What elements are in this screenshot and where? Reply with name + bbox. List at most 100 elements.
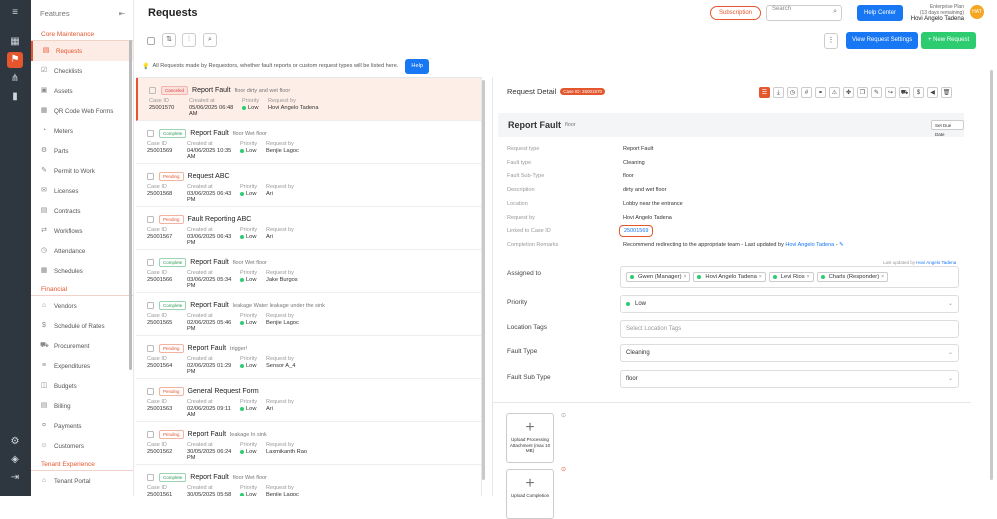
fault-type-select[interactable]: Cleaning ⌄ — [620, 344, 959, 362]
settings-icon[interactable]: ⚙ — [7, 434, 23, 450]
copy-icon[interactable]: ❐ — [857, 87, 868, 98]
sidebar-item-checklists[interactable]: ☑ Checklists — [31, 61, 133, 81]
list-scrollbar[interactable] — [482, 80, 485, 480]
remove-icon[interactable]: × — [881, 274, 884, 280]
select-all-checkbox[interactable] — [147, 37, 155, 45]
priority-select[interactable]: Low ⌄ — [620, 295, 959, 313]
row-checkbox[interactable] — [147, 345, 154, 352]
sidebar-item-meters[interactable]: ◔ Meters — [31, 121, 133, 141]
sort-icon[interactable]: ⇅ — [162, 33, 176, 47]
requests-icon[interactable]: ⚑ — [7, 52, 23, 68]
sidebar-item-schedules[interactable]: ▦ Schedules — [31, 261, 133, 281]
remove-icon[interactable]: × — [759, 274, 762, 280]
list-item[interactable]: Pending Fault Reporting ABC Case ID 25001… — [136, 207, 481, 250]
edit-remarks-icon[interactable]: ✎ — [839, 242, 844, 248]
remove-icon[interactable]: × — [807, 274, 810, 280]
sidebar-item-budgets[interactable]: ◫ Budgets — [31, 376, 133, 396]
sidebar-item-procurement[interactable]: ⛟ Procurement — [31, 336, 133, 356]
speaker-icon[interactable]: ◀ — [927, 87, 938, 98]
assignee-chip[interactable]: Hovi Angelo Tadena × — [693, 272, 766, 282]
list-item[interactable]: Pending General Request Form Case ID 2500… — [136, 379, 481, 422]
dashboard-icon[interactable]: ▦ — [7, 34, 23, 50]
link-icon[interactable]: ⚭ — [815, 87, 826, 98]
hamburger-icon[interactable]: ≡ — [7, 5, 23, 21]
logout-icon[interactable]: ⇥ — [7, 470, 23, 486]
avatar[interactable]: HAT — [970, 5, 984, 19]
sidebar-item-customers[interactable]: ☺ Customers — [31, 436, 133, 456]
assignee-chip[interactable]: Charls (Responder) × — [816, 272, 889, 282]
help-button[interactable]: Help — [405, 58, 429, 74]
linked-case-id[interactable]: 25001569 — [619, 225, 654, 238]
sidebar-item-assets[interactable]: ▣ Assets — [31, 81, 133, 101]
edit-icon[interactable]: ✎ — [871, 87, 882, 98]
sidebar-item-requests[interactable]: ▤ Requests — [31, 41, 133, 61]
upload-processing-tile[interactable]: + Upload Processing Attachment (max 10 M… — [506, 413, 554, 463]
remove-icon[interactable]: × — [684, 274, 687, 280]
list-item[interactable]: Pending Report Fault leakage In sink Cas… — [136, 422, 481, 465]
info-icon[interactable]: ⊙ — [561, 412, 566, 419]
sidebar-item-vendors[interactable]: ⌂ Vendors — [31, 296, 133, 316]
row-checkbox[interactable] — [147, 216, 154, 223]
truck-icon[interactable]: ⛟ — [899, 87, 910, 98]
list-item[interactable]: Canceled Report Fault floor dirty and we… — [136, 78, 481, 121]
sidebar-item-licenses[interactable]: ✉ Licenses — [31, 181, 133, 201]
sidebar-item-qr-code-web-forms[interactable]: ▦ QR Code Web Forms — [31, 101, 133, 121]
location-tags-select[interactable]: Select Location Tags — [620, 320, 959, 338]
collapse-sidebar-icon[interactable]: ⇤ — [119, 9, 125, 18]
row-checkbox[interactable] — [147, 130, 154, 137]
row-checkbox[interactable] — [149, 87, 156, 94]
sidebar-item-expenditures[interactable]: ≡ Expenditures — [31, 356, 133, 376]
last-updated-user[interactable]: Hovi Angelo Tadena — [916, 260, 956, 265]
filter-icon[interactable]: ⫶ — [182, 33, 196, 47]
list-item[interactable]: Complete Report Fault leakage Water leak… — [136, 293, 481, 336]
required-info-icon[interactable]: ⊙ — [561, 466, 566, 473]
fault-subtype-select[interactable]: floor ⌄ — [620, 370, 959, 388]
trash-icon[interactable]: 🗑 — [941, 87, 952, 98]
dollar-icon[interactable]: $ — [913, 87, 924, 98]
sidebar-item-permit-to-work[interactable]: ✎ Permit to Work — [31, 161, 133, 181]
sidebar-item-parts[interactable]: ⚙ Parts — [31, 141, 133, 161]
sidebar-item-billing[interactable]: ▤ Billing — [31, 396, 133, 416]
list-item[interactable]: Complete Report Fault floor Wet floor Ca… — [136, 121, 481, 164]
detail-field-value[interactable]: Hovi Angelo Tadena — [623, 215, 672, 221]
history-icon[interactable]: ◷ — [787, 87, 798, 98]
forward-icon[interactable]: ↪ — [885, 87, 896, 98]
row-checkbox[interactable] — [147, 259, 154, 266]
row-checkbox[interactable] — [147, 173, 154, 180]
search-list-icon[interactable]: ⌕ — [203, 33, 217, 47]
row-checkbox[interactable] — [147, 474, 154, 481]
subscription-button[interactable]: Subscription — [710, 6, 762, 20]
remarks-updated-by[interactable]: Hovi Angelo Tadena — [785, 242, 834, 248]
warning-icon[interactable]: ⚠ — [829, 87, 840, 98]
sidebar-item-payments[interactable]: ¤ Payments — [31, 416, 133, 436]
assignee-chip[interactable]: Levi Rios × — [768, 272, 814, 282]
upload-completion-tile[interactable]: + Upload Completion — [506, 469, 554, 519]
package-icon[interactable]: ◈ — [7, 452, 23, 468]
list-item[interactable]: Pending Report Fault trigger! Case ID 250… — [136, 336, 481, 379]
new-request-button[interactable]: + New Request — [921, 32, 977, 49]
puzzle-icon[interactable]: ✤ — [843, 87, 854, 98]
assigned-to-field[interactable]: Gwen (Manager) × Hovi Angelo Tadena × Levi R… — [620, 266, 959, 288]
hierarchy-icon[interactable]: ⋔ — [7, 71, 23, 87]
list-icon[interactable]: ☰ — [759, 87, 770, 98]
view-request-settings-button[interactable]: View Request Settings — [846, 32, 919, 49]
list-item[interactable]: Complete Report Fault floor Wet floor Ca… — [136, 250, 481, 293]
download-icon[interactable]: ⤓ — [773, 87, 784, 98]
set-due-date-button[interactable]: Set Due Date — [931, 120, 964, 137]
help-center-button[interactable]: Help Center — [857, 5, 904, 21]
list-item[interactable]: Pending Request ABC Case ID 25001568 Crea… — [136, 164, 481, 207]
sidebar-item-schedule-of-rates[interactable]: $ Schedule of Rates — [31, 316, 133, 336]
page-scrollbar[interactable] — [990, 70, 993, 480]
row-checkbox[interactable] — [147, 388, 154, 395]
hashtag-icon[interactable]: # — [801, 87, 812, 98]
more-options-icon[interactable]: ⋮ — [824, 33, 838, 49]
row-checkbox[interactable] — [147, 431, 154, 438]
user-info[interactable]: Enterprise Plan (13 days remaining) Hovi… — [904, 4, 964, 22]
sidebar-scrollbar[interactable] — [129, 40, 132, 370]
analytics-icon[interactable]: ▮ — [7, 89, 23, 105]
sidebar-item-attendance[interactable]: ◷ Attendance — [31, 241, 133, 261]
sidebar-item-contracts[interactable]: ▤ Contracts — [31, 201, 133, 221]
sidebar-item-workflows[interactable]: ⇄ Workflows — [31, 221, 133, 241]
list-item[interactable]: Complete Report Fault floor Wet floor Ca… — [136, 465, 481, 496]
assignee-chip[interactable]: Gwen (Manager) × — [626, 272, 691, 282]
